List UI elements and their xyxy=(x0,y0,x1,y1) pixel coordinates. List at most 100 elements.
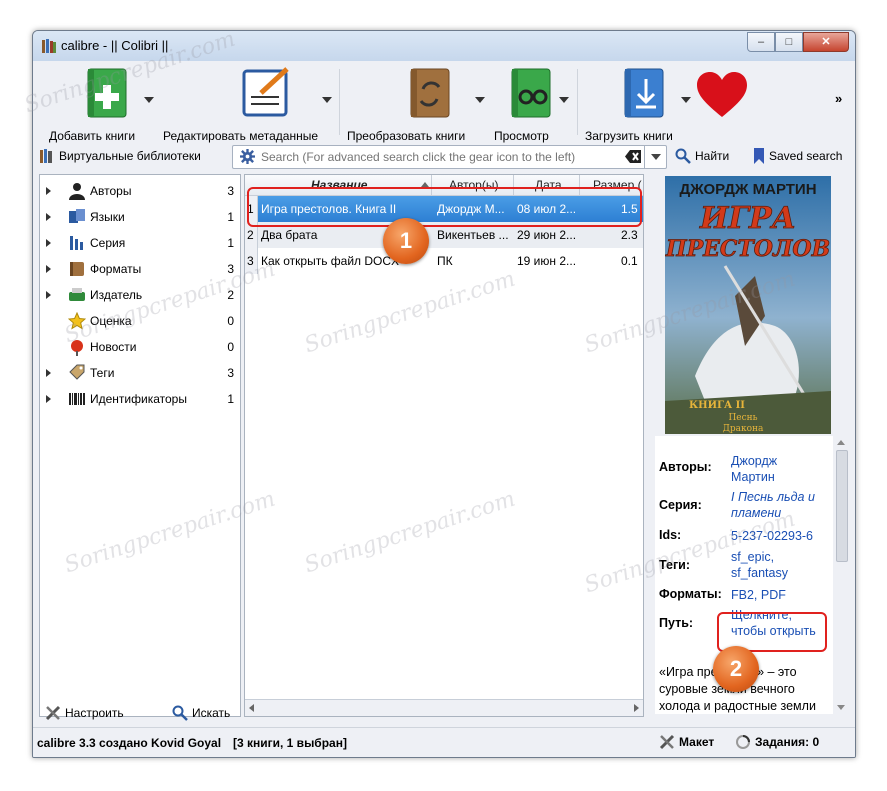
download-dropdown-arrow[interactable] xyxy=(681,97,691,103)
tag-category-count: 2 xyxy=(227,288,234,302)
scroll-left-icon[interactable] xyxy=(249,704,254,712)
news-icon xyxy=(71,340,83,356)
layout-button[interactable]: Макет xyxy=(659,734,714,750)
tag-category-count: 1 xyxy=(227,236,234,250)
tools-icon xyxy=(45,705,61,721)
search-input[interactable] xyxy=(259,148,623,166)
format-icon xyxy=(70,262,84,276)
authors-value-line2[interactable]: Мартин xyxy=(731,469,775,485)
expand-arrow-icon[interactable] xyxy=(46,395,51,403)
tag-category-label: Идентификаторы xyxy=(90,392,187,406)
saved-search-button[interactable]: Saved search xyxy=(753,148,842,164)
tag-find-label: Искать xyxy=(192,706,231,720)
window-controls: – □ ✕ xyxy=(747,32,849,52)
add-books-button[interactable]: Добавить книги xyxy=(43,67,143,143)
expand-arrow-icon[interactable] xyxy=(46,213,51,221)
tag-category-item[interactable]: Серия 1 xyxy=(40,231,240,255)
callout-badge-1: 1 xyxy=(383,218,429,264)
tag-category-count: 1 xyxy=(227,210,234,224)
add-books-dropdown-arrow[interactable] xyxy=(144,97,154,103)
scroll-right-icon[interactable] xyxy=(634,704,639,712)
calibre-app-icon xyxy=(42,39,56,53)
edit-metadata-icon xyxy=(242,67,289,117)
expand-arrow-icon[interactable] xyxy=(46,187,51,195)
authors-value-line1[interactable]: Джордж xyxy=(731,453,777,469)
book-cover[interactable]: ДЖОРДЖ МАРТИН ИГРА ПРЕСТОЛОВ КНИГА II Пе… xyxy=(664,176,831,434)
scrollbar-thumb[interactable] xyxy=(836,450,848,562)
cover-title-line1: ИГРА xyxy=(699,201,796,236)
toolbar-separator-2 xyxy=(577,69,578,135)
maximize-button[interactable]: □ xyxy=(775,32,803,52)
library-icon xyxy=(40,149,52,163)
tags-value-line2[interactable]: sf_fantasy xyxy=(731,565,788,581)
cover-image: ДЖОРДЖ МАРТИН ИГРА ПРЕСТОЛОВ КНИГА II Пе… xyxy=(664,176,831,434)
configure-button[interactable]: Настроить xyxy=(45,705,124,721)
tag-category-count: 1 xyxy=(227,392,234,406)
authors-label: Авторы: xyxy=(659,460,712,474)
expand-arrow-icon[interactable] xyxy=(46,239,51,247)
tag-category-item[interactable]: Издатель 2 xyxy=(40,283,240,307)
book-author: Викентьев ... xyxy=(437,228,509,242)
expand-arrow-icon[interactable] xyxy=(46,265,51,273)
search-box[interactable] xyxy=(232,145,667,169)
tag-category-label: Форматы xyxy=(90,262,142,276)
virtual-libraries-button[interactable]: Виртуальные библиотеки xyxy=(39,148,201,164)
download-books-button[interactable]: Загрузить книги xyxy=(581,67,681,143)
main-toolbar: Добавить книги Редактировать метаданные … xyxy=(33,61,855,143)
tools-icon xyxy=(659,734,675,750)
callout-badge-2: 2 xyxy=(713,646,759,692)
search-history-dropdown[interactable] xyxy=(644,145,666,169)
jobs-button[interactable]: Задания: 0 xyxy=(735,734,819,750)
details-scrollbar[interactable] xyxy=(833,436,849,714)
tag-find-button[interactable]: Искать xyxy=(172,705,230,721)
table-row[interactable]: 3 Как открыть файл DOCX ПК 19 июн 2... 0… xyxy=(245,248,643,274)
formats-value[interactable]: FB2, PDF xyxy=(731,587,786,603)
tag-category-item[interactable]: Теги 3 xyxy=(40,361,240,385)
series-value-line1[interactable]: I Песнь льда и xyxy=(731,489,815,505)
tag-category-item[interactable]: Новости 0 xyxy=(40,335,240,359)
expand-arrow-icon[interactable] xyxy=(46,291,51,299)
donate-heart-icon[interactable] xyxy=(695,71,749,119)
download-icon xyxy=(624,68,663,118)
horizontal-scrollbar[interactable] xyxy=(245,699,643,716)
book-list: Название Автор(ы) Дата Размер ( 1 Игра п… xyxy=(244,174,644,717)
expand-arrow-icon[interactable] xyxy=(46,369,51,377)
view-dropdown-arrow[interactable] xyxy=(559,97,569,103)
star-icon xyxy=(68,312,86,330)
view-button[interactable]: Просмотр xyxy=(488,67,560,143)
edit-metadata-dropdown-arrow[interactable] xyxy=(322,97,332,103)
download-books-label: Загрузить книги xyxy=(585,129,673,143)
book-author: ПК xyxy=(437,254,453,268)
tag-category-label: Оценка xyxy=(90,314,132,328)
clear-search-icon[interactable] xyxy=(625,150,641,163)
barcode-icon xyxy=(69,393,85,405)
ids-value[interactable]: 5-237-02293-6 xyxy=(731,528,813,544)
tag-browser: Авторы 3 Языки 1 Серия 1 Форматы 3 Издатель 2 Оцен… xyxy=(39,174,241,717)
tag-category-item[interactable]: Идентификаторы 1 xyxy=(40,387,240,411)
convert-dropdown-arrow[interactable] xyxy=(475,97,485,103)
gear-icon[interactable] xyxy=(240,149,255,164)
tag-category-count: 3 xyxy=(227,366,234,380)
spinner-icon xyxy=(736,735,750,749)
layout-label: Макет xyxy=(679,735,715,749)
tag-category-item[interactable]: Форматы 3 xyxy=(40,257,240,281)
book-size: 0.1 xyxy=(621,254,638,268)
find-button[interactable]: Найти xyxy=(675,148,729,164)
edit-metadata-button[interactable]: Редактировать метаданные xyxy=(161,67,321,143)
scroll-down-icon[interactable] xyxy=(837,705,845,710)
tag-category-item[interactable]: Оценка 0 xyxy=(40,309,240,333)
cover-author: ДЖОРДЖ МАРТИН xyxy=(679,181,816,198)
convert-books-button[interactable]: Преобразовать книги xyxy=(345,67,475,143)
series-value-line2[interactable]: пламени xyxy=(731,505,781,521)
row-number: 3 xyxy=(245,248,258,274)
tag-category-item[interactable]: Авторы 3 xyxy=(40,179,240,203)
tags-value-line1[interactable]: sf_epic, xyxy=(731,549,774,565)
close-button[interactable]: ✕ xyxy=(803,32,849,52)
tag-category-item[interactable]: Языки 1 xyxy=(40,205,240,229)
tag-category-label: Новости xyxy=(90,340,137,354)
window-title: calibre - || Colibri || xyxy=(61,38,169,53)
scroll-up-icon[interactable] xyxy=(837,440,845,445)
minimize-button[interactable]: – xyxy=(747,32,775,52)
cover-series-line2: Дракона xyxy=(723,424,764,434)
more-actions-chevron[interactable]: » xyxy=(835,91,842,106)
